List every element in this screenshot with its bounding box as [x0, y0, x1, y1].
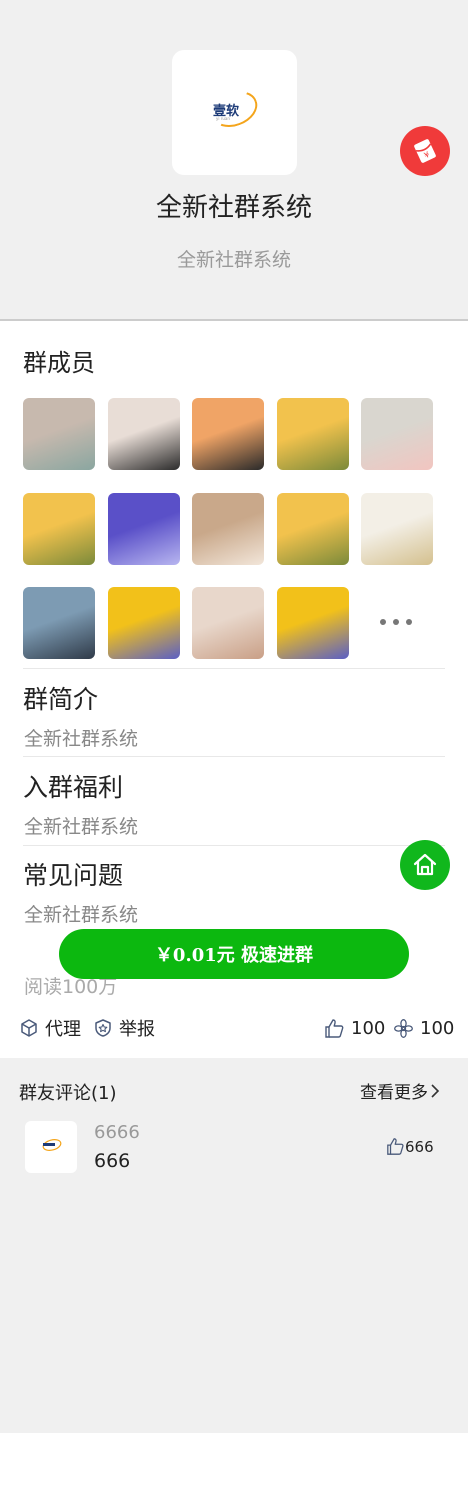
member-avatar[interactable]: [23, 398, 95, 470]
member-avatar[interactable]: [108, 493, 180, 565]
share-action[interactable]: 100: [393, 1016, 454, 1040]
see-more-link[interactable]: 查看更多: [360, 1078, 442, 1103]
benefits-title: 入群福利: [23, 773, 124, 802]
members-title: 群成员: [23, 349, 95, 377]
member-avatar[interactable]: [192, 587, 264, 659]
more-members-icon[interactable]: [372, 612, 422, 632]
member-avatar[interactable]: [277, 587, 349, 659]
see-more-label: 查看更多: [360, 1083, 428, 1103]
agent-label: 代理: [45, 1019, 81, 1040]
comments-title: 群友评论(1): [19, 1083, 117, 1104]
comments-section: [0, 1058, 468, 1433]
comment-like-count: 666: [405, 1137, 434, 1156]
home-button[interactable]: [400, 840, 450, 890]
member-avatar[interactable]: [108, 587, 180, 659]
faq-title: 常见问题: [23, 861, 124, 890]
logo-subtext: yi ruan: [216, 116, 230, 121]
faq-desc: 全新社群系统: [24, 904, 139, 926]
report-action[interactable]: 举报: [93, 1016, 155, 1040]
shield-star-icon: [95, 1019, 111, 1037]
member-avatar[interactable]: [192, 398, 264, 470]
member-avatar[interactable]: [277, 493, 349, 565]
thumbs-up-icon: [325, 1018, 344, 1038]
comment-text: 666: [94, 1150, 131, 1172]
member-avatar[interactable]: [23, 587, 95, 659]
divider: [23, 845, 445, 846]
member-avatar[interactable]: [361, 493, 433, 565]
benefits-desc: 全新社群系统: [24, 816, 139, 838]
group-logo: 壹软 yi ruan: [172, 50, 297, 175]
commenter-avatar: [25, 1121, 77, 1173]
intro-desc: 全新社群系统: [24, 728, 139, 750]
member-avatar[interactable]: [277, 398, 349, 470]
intro-title: 群简介: [23, 685, 99, 714]
red-packet-button[interactable]: ¥: [400, 126, 450, 176]
member-avatar[interactable]: [192, 493, 264, 565]
divider: [23, 668, 445, 669]
join-group-button[interactable]: ￥0.01元 极速进群: [59, 929, 409, 979]
home-icon: [413, 853, 437, 876]
thumbs-up-icon: [387, 1138, 404, 1155]
share-count: 100: [420, 1017, 455, 1039]
group-header: 壹软 yi ruan 全新社群系统 全新社群系统 ¥: [0, 0, 468, 321]
red-packet-icon: ¥: [414, 139, 436, 163]
member-avatar[interactable]: [361, 398, 433, 470]
member-avatar[interactable]: [108, 398, 180, 470]
chevron-right-icon: [431, 1083, 440, 1098]
cube-icon: [21, 1019, 37, 1037]
like-action[interactable]: 100: [324, 1016, 385, 1040]
group-subtitle: 全新社群系统: [176, 249, 291, 271]
commenter-name: 6666: [94, 1122, 140, 1143]
like-count: 100: [351, 1017, 386, 1039]
agent-action[interactable]: 代理: [19, 1016, 81, 1040]
report-label: 举报: [119, 1019, 155, 1040]
group-title: 全新社群系统: [155, 193, 312, 223]
member-avatar[interactable]: [23, 493, 95, 565]
divider: [23, 756, 445, 757]
comment-like-button[interactable]: 666: [386, 1137, 434, 1156]
flower-icon: [394, 1018, 413, 1038]
logo-thumbnail-icon: [42, 1139, 62, 1151]
